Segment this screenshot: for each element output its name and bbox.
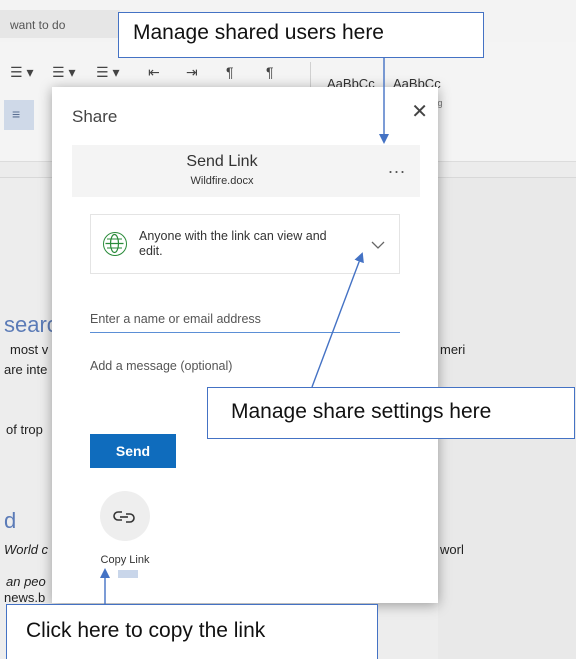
copy-link-button[interactable] (100, 491, 150, 541)
doc-heading-fragment: d (4, 508, 17, 533)
doc-heading-fragment: searc (4, 312, 58, 337)
send-link-panel: Send Link Wildfire.docx ... (72, 145, 420, 197)
link-icon (113, 511, 135, 523)
chevron-down-icon (371, 237, 385, 255)
share-dialog: Share ✕ Send Link Wildfire.docx ... Anyo… (52, 87, 438, 603)
globe-icon (103, 232, 127, 256)
file-name: Wildfire.docx (190, 175, 254, 187)
copy-link-label[interactable]: Copy Link (82, 554, 168, 566)
rtl-paragraph-icon[interactable]: ¶ (266, 64, 274, 80)
close-icon[interactable]: ✕ (411, 99, 428, 124)
doc-text-fragment: of trop (6, 422, 43, 437)
doc-text-fragment: are inte (4, 362, 48, 377)
doc-text-fragment: worl (440, 542, 464, 557)
ltr-paragraph-icon[interactable]: ¶ (226, 64, 234, 80)
increase-indent-icon[interactable]: ⇥ (186, 64, 198, 81)
doc-text-fragment: news.b (4, 590, 46, 605)
align-left-icon: ≡ (12, 106, 21, 122)
more-options-button[interactable]: ... (388, 157, 406, 178)
link-permission-text: Anyone with the link can view and edit. (139, 229, 327, 258)
doc-text-fragment: an peo (6, 574, 46, 589)
callout-manage-settings: Manage share settings here (207, 387, 575, 439)
send-button[interactable]: Send (90, 434, 176, 468)
document-highlight (118, 570, 138, 578)
bullets-icon[interactable]: ☰ ▾ (10, 64, 33, 81)
tell-me-box[interactable]: want to do (0, 10, 120, 38)
link-settings-button[interactable]: Anyone with the link can view and edit. (90, 214, 400, 274)
decrease-indent-icon[interactable]: ⇤ (148, 64, 160, 81)
doc-text-fragment: World c (4, 542, 49, 557)
doc-text-fragment: most v (10, 342, 49, 357)
doc-text-fragment: meri (440, 342, 466, 357)
email-input[interactable] (90, 305, 400, 333)
numbering-icon[interactable]: ☰ ▾ (52, 64, 75, 81)
multilevel-list-icon[interactable]: ☰ ▾ (96, 64, 119, 81)
callout-manage-users: Manage shared users here (118, 12, 484, 58)
send-link-title: Send Link (186, 153, 258, 170)
dialog-title: Share (72, 107, 118, 126)
callout-copy-link: Click here to copy the link (6, 604, 378, 659)
